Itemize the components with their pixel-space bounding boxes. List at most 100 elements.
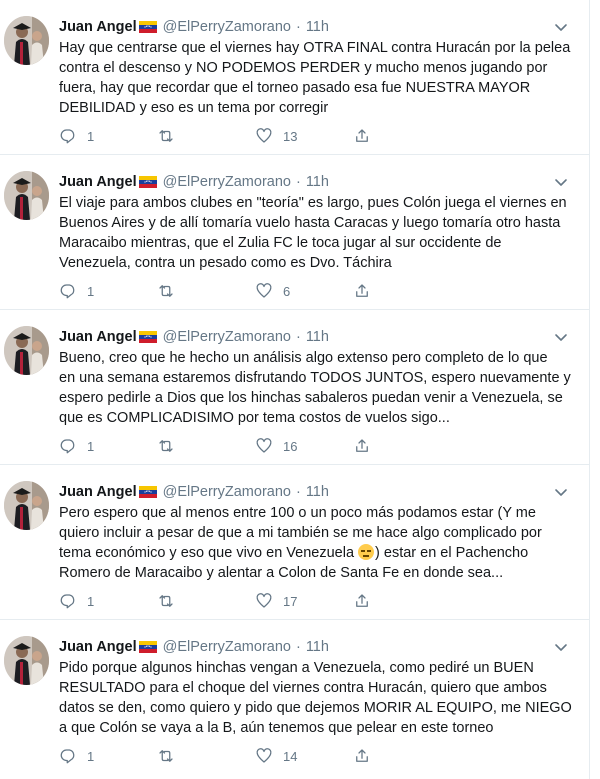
reply-icon [60,439,75,454]
reply-icon [60,284,75,299]
tweet-text: El viaje para ambos clubes en "teoría" e… [59,193,573,273]
avatar-photo [4,481,49,530]
display-name[interactable]: Juan Angel [59,484,137,500]
reply-button[interactable]: 1 [59,281,94,301]
timestamp[interactable]: 11h [306,639,329,655]
reply-button[interactable]: 1 [59,436,94,456]
avatar-photo [4,171,49,220]
reply-count: 1 [87,128,95,144]
avatar[interactable] [4,326,49,375]
share-button[interactable] [353,746,371,766]
tweet-text-line: que es COMPLICADISIMO por tema costos de… [59,408,573,428]
tweet-text-segment: Maracaibo mientras, que el Zulia FC le t… [59,235,502,251]
avatar[interactable] [4,16,49,65]
venezuela-flag-icon [138,176,157,188]
reply-count: 1 [87,593,95,609]
separator-dot: · [295,19,301,35]
share-button[interactable] [353,591,371,611]
separator-dot: · [295,329,301,345]
tweet-header: Juan Angel @ElPerryZamorano · 11h [59,327,573,347]
tweet-text-segment: ) estar en el Pachencho [375,545,529,561]
timestamp[interactable]: 11h [306,19,329,35]
separator-dot: · [295,484,301,500]
separator-dot: · [295,174,301,190]
tweet-text-line: en una semana estaremos disfrutando TODO… [59,368,573,388]
tweet-text-line: a que Colón se vaya a la B, aún tenemos … [59,718,573,738]
tweet-text-line: Venezuela, contra un pesado como es Dvo.… [59,253,573,273]
share-button[interactable] [353,281,371,301]
reply-button[interactable]: 1 [59,591,94,611]
separator-dot: · [295,639,301,655]
share-button[interactable] [353,126,371,146]
tweet-text-segment: contra el descenso y NO PODEMOS PERDER y… [59,60,548,76]
display-name[interactable]: Juan Angel [59,639,137,655]
like-button[interactable]: 14 [255,746,297,766]
avatar[interactable] [4,636,49,685]
handle[interactable]: @ElPerryZamorano [163,639,291,655]
tweet-text-line: quiero incluir a pesar de que a mi tambi… [59,523,573,543]
tweet-text-line: DEBILIDAD y eso es un tema por corregir [59,98,573,118]
display-name[interactable]: Juan Angel [59,19,137,35]
tweet[interactable]: Juan Angel @ElPerryZamorano · 11h Pido p… [0,620,589,779]
handle[interactable]: @ElPerryZamorano [163,174,291,190]
retweet-button[interactable] [157,746,185,766]
like-button[interactable]: 17 [255,591,297,611]
handle[interactable]: @ElPerryZamorano [163,19,291,35]
like-button[interactable]: 16 [255,436,297,456]
display-name[interactable]: Juan Angel [59,174,137,190]
retweet-button[interactable] [157,436,185,456]
tweet-text-segment: El viaje para ambos clubes en "teoría" e… [59,195,567,211]
tweet[interactable]: Juan Angel @ElPerryZamorano · 11h El via… [0,155,589,310]
share-button[interactable] [353,436,371,456]
venezuela-flag-icon [138,641,157,653]
venezuela-flag-icon [138,331,157,343]
retweet-button[interactable] [157,126,185,146]
tweet-text-segment: Romero de Maracaibo y alentar a Colon de… [59,565,504,581]
tweet-text-line: Pero espero que al menos entre 100 o un … [59,503,573,523]
avatar-photo [4,636,49,685]
handle[interactable]: @ElPerryZamorano [163,484,291,500]
retweet-button[interactable] [157,591,185,611]
timestamp[interactable]: 11h [306,174,329,190]
display-name[interactable]: Juan Angel [59,329,137,345]
tweet[interactable]: Juan Angel @ElPerryZamorano · 11h Pero e… [0,465,589,620]
tweet-text-line: Bueno, creo que he hecho un análisis alg… [59,348,573,368]
like-button[interactable]: 6 [255,281,290,301]
like-button[interactable]: 13 [255,126,297,146]
chevron-down-icon[interactable] [553,19,569,35]
tweet[interactable]: Juan Angel @ElPerryZamorano · 11h Bueno,… [0,310,589,465]
handle[interactable]: @ElPerryZamorano [163,329,291,345]
venezuela-flag-icon [138,486,157,498]
reply-count: 1 [87,283,95,299]
tweet-text-segment: Pero espero que al menos entre 100 o un … [59,505,536,521]
avatar[interactable] [4,481,49,530]
timestamp[interactable]: 11h [306,329,329,345]
tweet-text-segment: Pido porque algunos hinchas vengan a Ven… [59,660,534,676]
tweet-text-segment: datos se den, como quiero y pido que dej… [59,700,572,716]
retweet-icon [159,440,173,452]
retweet-icon [159,285,173,297]
chevron-down-icon[interactable] [553,329,569,345]
retweet-button[interactable] [157,281,185,301]
reply-button[interactable]: 1 [59,746,94,766]
tweet-text-line: contra el descenso y NO PODEMOS PERDER y… [59,58,573,78]
chevron-down-icon[interactable] [553,639,569,655]
tweet-text-line: Buenos Aires y de allí tomaría vuelo has… [59,213,573,233]
heart-icon [256,438,272,453]
tweet-text: Hay que centrarse que el viernes hay OTR… [59,38,573,118]
chevron-down-icon[interactable] [553,174,569,190]
avatar[interactable] [4,171,49,220]
like-count: 14 [283,748,298,764]
share-icon [356,749,368,762]
tweet-text: Pero espero que al menos entre 100 o un … [59,503,573,583]
tweet-text: Pido porque algunos hinchas vengan a Ven… [59,658,573,738]
tweet-header: Juan Angel @ElPerryZamorano · 11h [59,172,573,192]
chevron-down-icon[interactable] [553,484,569,500]
reply-button[interactable]: 1 [59,126,94,146]
tweet[interactable]: Juan Angel @ElPerryZamorano · 11h Hay qu… [0,0,589,155]
pensive-face-emoji [358,544,375,560]
tweet-text-line: espero pedirle a Dios que los hinchas sa… [59,388,573,408]
tweet-text-segment: RESULTADO para el choque del viernes con… [59,680,547,696]
timestamp[interactable]: 11h [306,484,329,500]
tweet-text-segment: espero pedirle a Dios que los hinchas sa… [59,390,563,406]
